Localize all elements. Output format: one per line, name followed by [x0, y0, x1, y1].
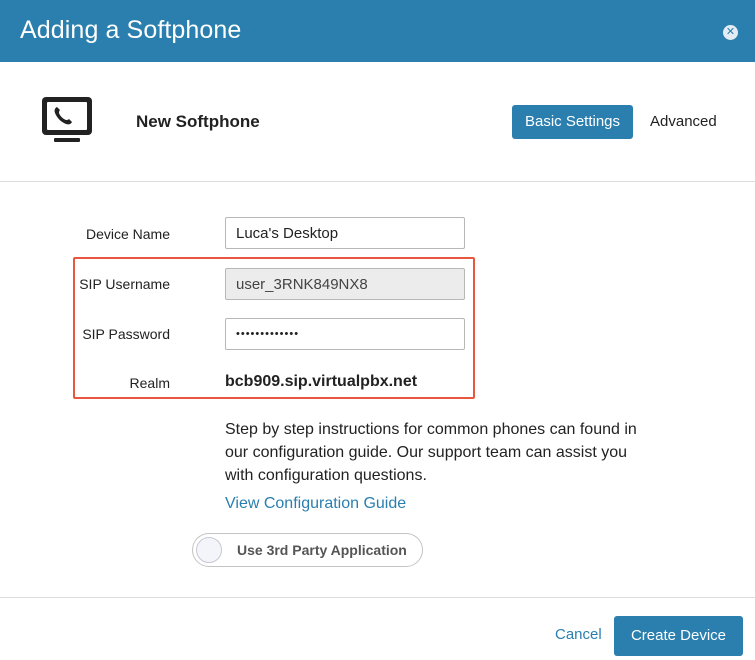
third-party-app-toggle[interactable]: Use 3rd Party Application: [192, 533, 423, 567]
realm-label: Realm: [129, 375, 170, 391]
close-icon[interactable]: ✕: [723, 25, 738, 40]
device-header: New Softphone Basic Settings Advanced: [0, 62, 755, 182]
sip-password-input[interactable]: [225, 318, 465, 350]
device-name-input[interactable]: [225, 217, 465, 249]
dialog-title-bar: Adding a Softphone ✕: [0, 0, 755, 62]
softphone-monitor-icon: [42, 97, 92, 142]
realm-value: bcb909.sip.virtualpbx.net: [225, 373, 418, 390]
tab-basic-settings[interactable]: Basic Settings: [512, 105, 633, 139]
sip-username-label: SIP Username: [79, 276, 170, 292]
dialog-title: Adding a Softphone: [20, 16, 242, 44]
help-text: Step by step instructions for common pho…: [225, 421, 637, 484]
create-device-button[interactable]: Create Device: [614, 616, 743, 656]
tab-advanced[interactable]: Advanced: [650, 113, 717, 130]
dialog-footer: Cancel Create Device: [0, 597, 755, 660]
device-name-label: Device Name: [85, 226, 170, 242]
sip-username-input[interactable]: [225, 268, 465, 300]
view-configuration-guide-link[interactable]: View Configuration Guide: [225, 495, 406, 513]
toggle-label: Use 3rd Party Application: [237, 542, 407, 558]
toggle-knob[interactable]: [196, 537, 222, 563]
device-name: New Softphone: [136, 112, 260, 131]
cancel-button[interactable]: Cancel: [555, 626, 602, 643]
sip-password-label: SIP Password: [82, 326, 170, 342]
